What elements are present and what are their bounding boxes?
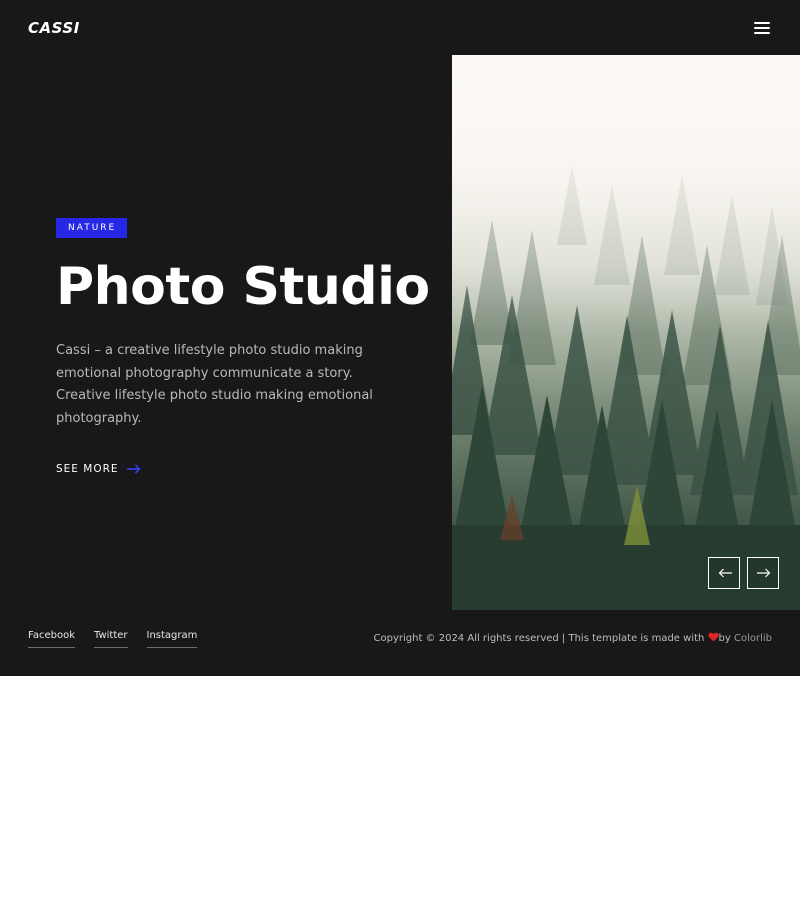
slider-next-button[interactable]	[747, 557, 779, 589]
heart-icon	[707, 632, 719, 642]
twitter-link[interactable]: Twitter	[94, 630, 128, 648]
see-more-link[interactable]: SEE MORE	[56, 463, 141, 475]
arrow-right-icon	[126, 464, 141, 474]
hero-description: Cassi – a creative lifestyle photo studi…	[56, 343, 373, 426]
copyright-prefix: Copyright © 2024 All rights reserved | T…	[373, 633, 705, 644]
social-links: Facebook Twitter Instagram	[28, 630, 198, 648]
colorlib-link[interactable]: Colorlib	[734, 633, 772, 644]
arrow-right-icon	[757, 568, 771, 578]
hero-content: NATURE Photo Studio Cassi – a creative l…	[56, 215, 430, 476]
arrow-left-icon	[718, 568, 732, 578]
copyright-text: Copyright © 2024 All rights reserved | T…	[373, 632, 772, 644]
slider-prev-button[interactable]	[708, 557, 740, 589]
instagram-link[interactable]: Instagram	[146, 630, 198, 648]
see-more-label: SEE MORE	[56, 463, 119, 475]
page: CASSI NATURE Photo Studio Cassi – a crea…	[0, 0, 800, 676]
site-logo[interactable]: CASSI	[28, 19, 80, 37]
hero-title: Photo Studio	[56, 257, 430, 317]
hero-forest-image	[452, 55, 800, 610]
facebook-link[interactable]: Facebook	[28, 630, 75, 648]
category-badge[interactable]: NATURE	[56, 218, 128, 238]
hamburger-menu-icon[interactable]	[752, 20, 774, 38]
copyright-by: by	[718, 633, 731, 644]
